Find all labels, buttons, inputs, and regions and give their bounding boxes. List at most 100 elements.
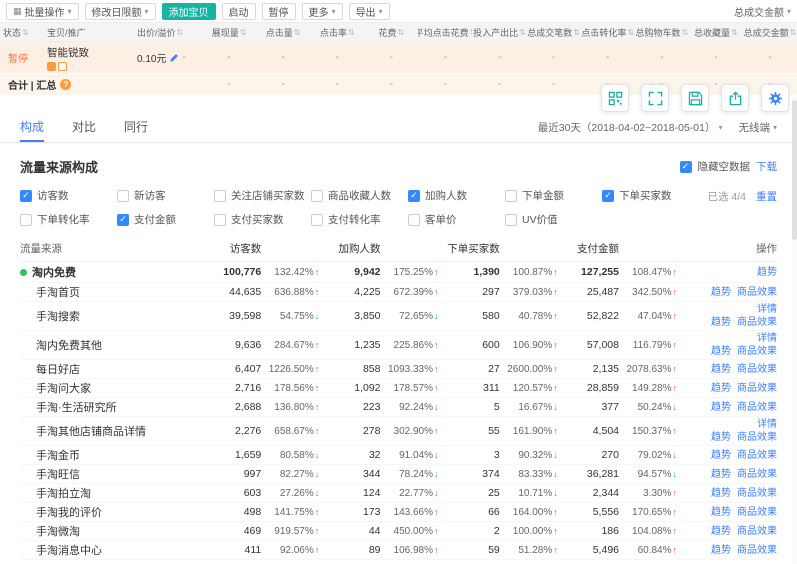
campaign-name[interactable]: 智能锐致 [47,45,131,60]
metric-change: 100.87%↑ [500,267,558,278]
metric-checkbox-item[interactable]: 支付买家数 [214,212,311,227]
checkbox-icon[interactable] [408,214,420,226]
metric-checkbox-item[interactable]: 客单价 [408,212,505,227]
op-link-product-effect[interactable]: 商品效果 [737,287,777,298]
op-link-trend[interactable]: 趋势 [711,346,731,357]
metric-checkbox-item[interactable]: ✓下单买家数 [602,188,699,203]
checkbox-icon[interactable] [214,214,226,226]
column-header[interactable]: 总购物车数⇅ [635,26,689,39]
traffic-row: 手淘首页44,635636.88%↑4,225672.39%↑297379.03… [20,283,777,302]
op-link-trend[interactable]: 趋势 [711,469,731,480]
toolbar-button[interactable]: 导出▾ [349,3,390,20]
op-link-product-effect[interactable]: 商品效果 [737,507,777,518]
op-link-product-effect[interactable]: 商品效果 [737,526,777,537]
column-header[interactable]: 总成交金额⇅ [743,26,797,39]
toolbar-button[interactable]: 更多▾ [302,3,343,20]
column-header[interactable]: 平均点击花费⇅ [418,26,472,39]
metric-checkbox-item[interactable]: 支付转化率 [311,212,408,227]
toolbar-button[interactable]: 添加宝贝 [162,3,216,20]
sort-icon: ⇅ [519,28,526,37]
checkbox-icon[interactable] [311,214,323,226]
metric-checkbox-item[interactable]: UV价值 [505,212,602,227]
op-link-trend[interactable]: 趋势 [711,317,731,328]
toolbar-button[interactable]: 修改日限额▾ [85,3,156,20]
tab-compare[interactable]: 对比 [72,113,96,142]
op-link-product-effect[interactable]: 商品效果 [737,432,777,443]
checkbox-icon[interactable]: ✓ [408,190,420,202]
checkbox-icon[interactable] [505,190,517,202]
checkbox-icon[interactable]: ✓ [117,214,129,226]
metric-cell: 57,008116.79%↑ [558,339,677,351]
metric-dropdown[interactable]: 总成交金额 ▾ [734,4,791,19]
checkbox-icon[interactable] [20,214,32,226]
op-link-product-effect[interactable]: 商品效果 [737,346,777,357]
op-link-trend[interactable]: 趋势 [711,383,731,394]
op-link-trend[interactable]: 趋势 [757,267,777,278]
info-icon[interactable]: ? [60,79,71,90]
toolbar-button[interactable]: ▦批量操作▾ [6,3,79,20]
checkbox-icon[interactable]: ✓ [602,190,614,202]
column-header[interactable]: 点击率⇅ [310,26,364,39]
date-range-select[interactable]: 最近30天（2018-04-02~2018-05-01） ▾ [538,120,723,135]
reset-link[interactable]: 重置 [756,189,777,204]
op-link-trend[interactable]: 趋势 [711,507,731,518]
metric-checkbox-item[interactable]: 下单金额 [505,188,602,203]
edit-icon[interactable] [169,53,179,63]
op-link-trend[interactable]: 趋势 [711,402,731,413]
checkbox-icon[interactable] [311,190,323,202]
share-button[interactable] [721,84,749,112]
op-link-product-effect[interactable]: 商品效果 [737,402,777,413]
checkbox-icon[interactable] [214,190,226,202]
metric-checkbox-item[interactable]: ✓加购人数 [408,188,505,203]
op-link-trend[interactable]: 趋势 [711,432,731,443]
column-header[interactable]: 展现量⇅ [202,26,256,39]
column-header[interactable]: 花费⇅ [364,26,418,39]
op-link-trend[interactable]: 趋势 [711,545,731,556]
op-link-product-effect[interactable]: 商品效果 [737,450,777,461]
fullscreen-button[interactable] [641,84,669,112]
settings-button[interactable] [761,84,789,112]
scrollbar-thumb[interactable] [792,100,797,240]
metric-checkbox-item[interactable]: ✓支付金额 [117,212,214,227]
metric-value: 5,556 [558,506,619,518]
op-link-trend[interactable]: 趋势 [711,450,731,461]
op-link-trend[interactable]: 趋势 [711,526,731,537]
tab-composition[interactable]: 构成 [20,113,44,142]
hide-empty-checkbox[interactable]: ✓ [680,161,692,173]
column-header[interactable]: 宝贝/推广 [44,26,134,39]
column-header[interactable]: 投入产出比⇅ [472,26,526,39]
op-link-product-effect[interactable]: 商品效果 [737,488,777,499]
op-link-product-effect[interactable]: 商品效果 [737,469,777,480]
op-link-product-effect[interactable]: 商品效果 [737,545,777,556]
toolbar-button[interactable]: 暂停 [262,3,296,20]
column-header[interactable]: 总成交笔数⇅ [527,26,581,39]
metric-checkbox-item[interactable]: 下单转化率 [20,212,117,227]
column-header[interactable]: 出价/溢价⇅ [134,26,202,39]
checkbox-icon[interactable]: ✓ [20,190,32,202]
op-link-trend[interactable]: 趋势 [711,488,731,499]
op-link-detail[interactable]: 详情 [757,333,777,344]
metric-checkbox-item[interactable]: 关注店铺买家数 [214,188,311,203]
tab-peers[interactable]: 同行 [124,113,148,142]
metric-checkbox-item[interactable]: 新访客 [117,188,214,203]
op-link-product-effect[interactable]: 商品效果 [737,383,777,394]
metric-checkbox-item[interactable]: 商品收藏人数 [311,188,408,203]
metric-checkbox-item[interactable]: ✓访客数 [20,188,117,203]
op-link-trend[interactable]: 趋势 [711,364,731,375]
toolbar-button[interactable]: 启动 [222,3,256,20]
op-link-detail[interactable]: 详情 [757,304,777,315]
op-link-detail[interactable]: 详情 [757,419,777,430]
column-header[interactable]: 总收藏量⇅ [689,26,743,39]
op-link-product-effect[interactable]: 商品效果 [737,317,777,328]
download-link[interactable]: 下载 [756,159,777,174]
column-header[interactable]: 点击量⇅ [256,26,310,39]
terminal-select[interactable]: 无线端 ▾ [738,120,777,135]
checkbox-icon[interactable] [505,214,517,226]
column-header[interactable]: 点击转化率⇅ [581,26,635,39]
checkbox-icon[interactable] [117,190,129,202]
op-link-product-effect[interactable]: 商品效果 [737,364,777,375]
column-header[interactable]: 状态⇅ [0,26,44,39]
save-button[interactable] [681,84,709,112]
qr-code-button[interactable] [601,84,629,112]
op-link-trend[interactable]: 趋势 [711,287,731,298]
